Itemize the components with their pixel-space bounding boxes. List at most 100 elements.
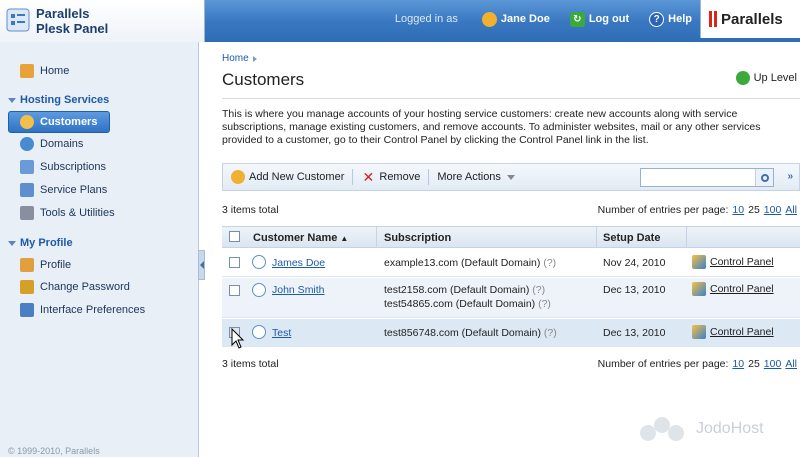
sidebar-item-label: Home bbox=[40, 65, 70, 77]
remove-button[interactable]: ✕ Remove bbox=[353, 167, 428, 187]
chevron-down-icon bbox=[506, 174, 515, 180]
help-tooltip-icon[interactable]: (?) bbox=[543, 257, 556, 269]
sidebar-heading-hosting[interactable]: Hosting Services bbox=[8, 94, 109, 106]
customer-name-link[interactable]: James Doe bbox=[272, 257, 325, 269]
status-indicator-icon bbox=[252, 325, 266, 339]
watermark-text: JodoHost bbox=[696, 420, 764, 437]
sidebar-item-subscriptions[interactable]: Subscriptions bbox=[20, 158, 106, 176]
sidebar-item-profile[interactable]: Profile bbox=[20, 256, 71, 274]
top-header: Parallels Plesk Panel Logged in as Jane … bbox=[0, 0, 800, 42]
per-page-selector-footer: Number of entries per page: 10 25 100 Al… bbox=[598, 358, 797, 370]
page-description: This is where you manage accounts of you… bbox=[222, 108, 761, 146]
customer-name-link[interactable]: John Smith bbox=[272, 284, 325, 296]
user-name: Jane Doe bbox=[500, 13, 550, 25]
per-page-label: Number of entries per page: bbox=[597, 358, 729, 370]
row-checkbox[interactable] bbox=[229, 285, 240, 296]
customers-icon bbox=[20, 115, 34, 129]
copyright-text: © 1999-2010, Parallels bbox=[8, 446, 100, 456]
toolbar-expand-toggle[interactable]: » bbox=[787, 171, 793, 182]
user-link[interactable]: Jane Doe bbox=[481, 11, 550, 27]
per-page-label: Number of entries per page: bbox=[597, 204, 729, 216]
sidebar-heading-label: Hosting Services bbox=[20, 94, 110, 106]
control-panel-link[interactable]: Control Panel bbox=[692, 282, 774, 296]
title-divider bbox=[222, 98, 800, 99]
control-panel-label: Control Panel bbox=[710, 256, 774, 268]
table-header: Customer Name ▲ Subscription Setup Date bbox=[222, 226, 800, 248]
control-panel-link[interactable]: Control Panel bbox=[692, 325, 774, 339]
column-divider bbox=[686, 227, 687, 248]
sidebar-item-domains[interactable]: Domains bbox=[20, 135, 83, 153]
breadcrumb-home-link[interactable]: Home bbox=[222, 53, 249, 64]
sidebar-item-home[interactable]: Home bbox=[20, 62, 69, 80]
sidebar-item-label: Tools & Utilities bbox=[40, 207, 115, 219]
control-panel-icon bbox=[692, 282, 706, 296]
col-customer-name-label: Customer Name bbox=[253, 232, 338, 244]
sidebar-collapse-handle[interactable] bbox=[198, 250, 205, 280]
search-button[interactable] bbox=[755, 169, 773, 186]
customer-name-link[interactable]: Test bbox=[272, 327, 291, 339]
help-tooltip-icon[interactable]: (?) bbox=[538, 298, 551, 310]
setup-date: Dec 13, 2010 bbox=[603, 327, 666, 339]
sidebar-item-service-plans[interactable]: Service Plans bbox=[20, 181, 107, 199]
per-page-100-link[interactable]: 100 bbox=[764, 358, 782, 370]
per-page-all-link[interactable]: All bbox=[785, 358, 797, 370]
per-page-all-link[interactable]: All bbox=[785, 204, 797, 216]
more-actions-button[interactable]: More Actions bbox=[429, 167, 523, 187]
col-customer-name[interactable]: Customer Name ▲ bbox=[253, 232, 348, 244]
service-plans-icon bbox=[20, 183, 34, 197]
help-tooltip-icon[interactable]: (?) bbox=[532, 284, 545, 296]
control-panel-link[interactable]: Control Panel bbox=[692, 255, 774, 269]
per-page-100-link[interactable]: 100 bbox=[764, 204, 782, 216]
sidebar-item-change-password[interactable]: Change Password bbox=[20, 278, 130, 296]
sidebar-item-label: Subscriptions bbox=[40, 161, 107, 173]
tools-icon bbox=[20, 206, 34, 220]
per-page-10-link[interactable]: 10 bbox=[732, 358, 744, 370]
col-setup-date[interactable]: Setup Date bbox=[603, 232, 660, 244]
sidebar-heading-profile[interactable]: My Profile bbox=[8, 237, 73, 249]
chevron-down-icon bbox=[8, 240, 16, 246]
remove-label: Remove bbox=[379, 171, 421, 183]
per-page-25-current: 25 bbox=[748, 204, 760, 216]
sidebar-item-label: Customers bbox=[40, 116, 98, 128]
search-icon bbox=[760, 173, 769, 182]
per-page-25-current: 25 bbox=[748, 358, 760, 370]
logo-box[interactable]: Parallels Plesk Panel bbox=[0, 0, 205, 42]
items-total: 3 items total bbox=[222, 204, 279, 216]
sort-asc-icon: ▲ bbox=[340, 234, 349, 243]
page-title: Customers bbox=[222, 70, 305, 89]
status-indicator-icon bbox=[252, 255, 266, 269]
col-subscription[interactable]: Subscription bbox=[384, 232, 451, 244]
add-user-icon bbox=[231, 170, 245, 184]
logged-in-label: Logged in as bbox=[394, 13, 458, 25]
select-all-checkbox[interactable] bbox=[229, 231, 240, 242]
more-actions-label: More Actions bbox=[437, 171, 501, 183]
parallels-bars-icon bbox=[709, 11, 717, 27]
sidebar: Home Hosting Services Customers Domains … bbox=[0, 42, 199, 457]
sidebar-item-label: Service Plans bbox=[40, 184, 108, 196]
row-checkbox[interactable] bbox=[229, 257, 240, 268]
logo-line-2: Plesk Panel bbox=[36, 21, 109, 36]
plesk-logo-icon bbox=[6, 8, 30, 32]
column-divider bbox=[596, 227, 597, 248]
search-input[interactable] bbox=[640, 168, 774, 187]
chevron-down-icon bbox=[8, 97, 16, 103]
subscriptions-icon bbox=[20, 160, 34, 174]
table-row: James Doe example13.com (Default Domain)… bbox=[222, 249, 800, 277]
logout-link[interactable]: ↻ Log out bbox=[569, 11, 629, 27]
sidebar-item-tools[interactable]: Tools & Utilities bbox=[20, 204, 115, 222]
help-link[interactable]: ? Help bbox=[649, 11, 692, 27]
subscription-text: test856748.com (Default Domain) bbox=[384, 327, 541, 339]
items-total-footer: 3 items total bbox=[222, 358, 279, 370]
logout-icon: ↻ bbox=[569, 11, 585, 27]
per-page-10-link[interactable]: 10 bbox=[732, 204, 744, 216]
up-level-link[interactable]: Up Level bbox=[735, 71, 797, 85]
help-tooltip-icon[interactable]: (?) bbox=[544, 327, 557, 339]
up-level-icon bbox=[735, 71, 750, 85]
add-customer-button[interactable]: Add New Customer bbox=[223, 167, 352, 187]
sidebar-item-label: Domains bbox=[40, 138, 84, 150]
domains-icon bbox=[20, 137, 34, 151]
sidebar-item-customers[interactable]: Customers bbox=[20, 113, 97, 131]
up-level-label: Up Level bbox=[753, 72, 797, 84]
sidebar-item-interface-preferences[interactable]: Interface Preferences bbox=[20, 301, 145, 319]
status-indicator-icon bbox=[252, 283, 266, 297]
